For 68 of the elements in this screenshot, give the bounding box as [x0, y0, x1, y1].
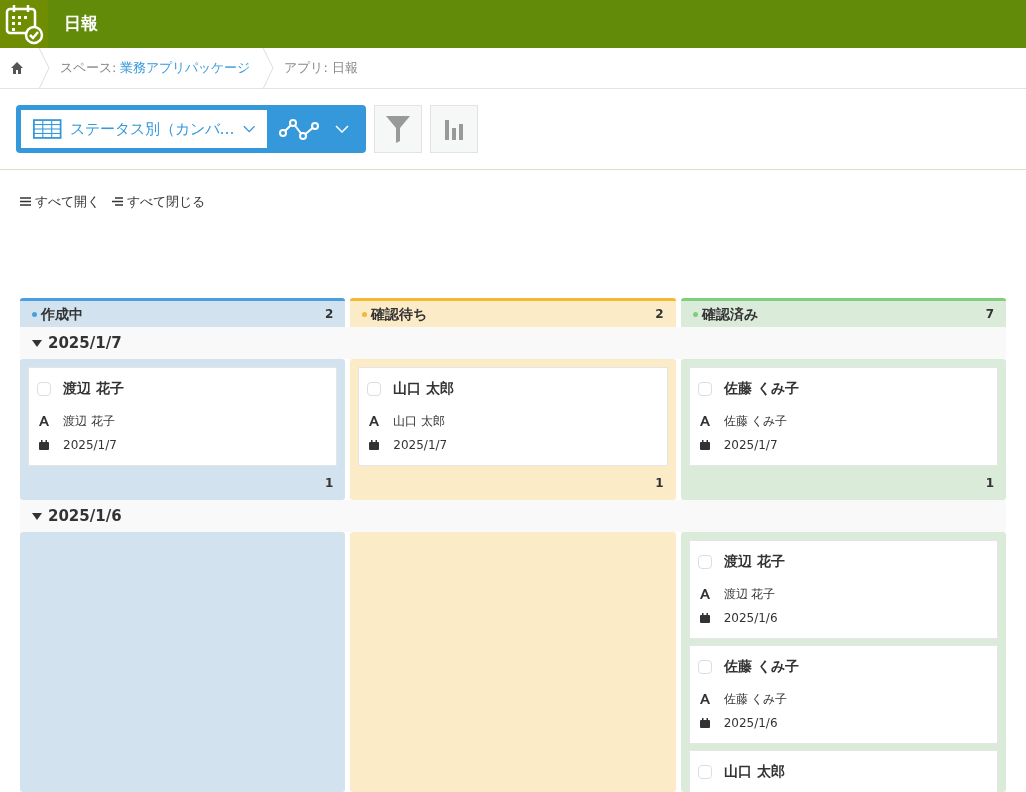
user-field: 渡辺 花子: [723, 585, 776, 603]
checkbox[interactable]: [367, 381, 382, 396]
letter-a-icon: [39, 416, 49, 426]
card-title: 渡辺 花子: [723, 552, 785, 571]
checkbox[interactable]: [697, 659, 712, 674]
collapse-all-link[interactable]: すべて閉じる: [112, 192, 205, 212]
card-title: 佐藤 くみ子: [723, 657, 799, 676]
record-card[interactable]: 佐藤 くみ子 佐藤 くみ子 2025/1/7: [688, 367, 998, 466]
breadcrumb-label: スペース:: [60, 59, 117, 78]
group-header[interactable]: 2025/1/7: [20, 327, 1006, 359]
record-card[interactable]: 渡辺 花子 渡辺 花子 2025/1/6: [688, 540, 998, 639]
home-icon[interactable]: [10, 61, 24, 75]
checkbox[interactable]: [697, 381, 712, 396]
column-title: 確認待ち: [371, 304, 428, 324]
bar-chart-icon: [444, 118, 464, 140]
record-card[interactable]: 山口 太郎 山口 太郎 2025/1/7: [358, 367, 668, 466]
checkbox[interactable]: [697, 554, 712, 569]
card-title: 山口 太郎: [723, 762, 785, 781]
user-field: 渡辺 花子: [63, 412, 115, 430]
calendar-clock-icon: [3, 3, 45, 45]
calendar-icon: [39, 440, 49, 450]
triangle-down-icon: [32, 339, 42, 347]
checkbox[interactable]: [37, 381, 51, 396]
app-title: 日報: [64, 12, 98, 36]
funnel-icon: [385, 114, 411, 144]
card-count: 2: [655, 306, 664, 323]
letter-a-icon: [369, 416, 380, 426]
list-icon: [112, 197, 123, 207]
calendar-icon: [699, 440, 710, 450]
date-field: 2025/1/7: [393, 436, 448, 454]
chevron-down-icon: [335, 125, 349, 133]
user-field: 佐藤 くみ子: [723, 412, 788, 430]
table-icon: [33, 118, 62, 140]
graph-button[interactable]: [430, 105, 478, 153]
card-title: 佐藤 くみ子: [723, 379, 799, 398]
card-title: 渡辺 花子: [63, 379, 124, 398]
user-field: 山口 太郎: [393, 412, 446, 430]
card-count: 2: [324, 306, 334, 323]
record-card[interactable]: 渡辺 花子 渡辺 花子 2025/1/7: [28, 367, 338, 466]
letter-a-icon: [699, 589, 710, 599]
group-header[interactable]: 2025/1/6: [20, 500, 1006, 532]
card-title: 山口 太郎: [393, 379, 455, 398]
card-count: 1: [985, 475, 995, 492]
card-count: 7: [985, 306, 994, 323]
line-graph-icon: [279, 118, 319, 140]
calendar-icon: [369, 440, 380, 450]
user-field: 佐藤 くみ子: [723, 690, 788, 708]
calendar-icon: [699, 613, 710, 623]
checkbox[interactable]: [697, 764, 712, 779]
letter-a-icon: [699, 694, 710, 704]
letter-a-icon: [699, 416, 710, 426]
date-field: 2025/1/7: [63, 436, 117, 454]
column-title: 確認済み: [701, 304, 758, 324]
record-card[interactable]: 佐藤 くみ子 佐藤 くみ子 2025/1/6: [688, 645, 998, 744]
chevron-down-icon: [242, 125, 255, 133]
column-title: 作成中: [41, 304, 83, 324]
expand-all-link[interactable]: すべて開く: [20, 192, 100, 212]
triangle-down-icon: [32, 512, 42, 520]
filter-button[interactable]: [374, 105, 422, 153]
card-count: 1: [655, 475, 665, 492]
date-field: 2025/1/6: [723, 714, 778, 732]
record-card[interactable]: 山口 太郎: [688, 750, 998, 792]
calendar-icon: [699, 718, 710, 728]
breadcrumb-item: アプリ: 日報: [284, 59, 358, 78]
card-count: 1: [324, 475, 335, 492]
date-field: 2025/1/6: [723, 609, 778, 627]
list-icon: [20, 197, 31, 207]
date-field: 2025/1/7: [723, 436, 778, 454]
